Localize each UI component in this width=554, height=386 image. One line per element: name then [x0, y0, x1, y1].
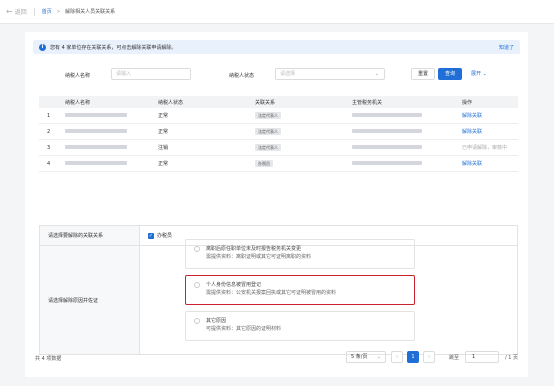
status-filter-select[interactable]: 请选择 ⌄: [275, 68, 385, 80]
reason-option[interactable]: 离职后原任职单位未及时报告税务机关变更 需提供资料：离职证明或其它可证明离职的资…: [185, 239, 415, 269]
relation-tag: 法定代表人: [255, 112, 281, 119]
divider: [33, 7, 35, 16]
radio-icon[interactable]: [194, 246, 200, 252]
reason-option-sub: 需提供资料：公安机关报案回执或其它可证明被冒用的资料: [206, 290, 337, 296]
relation-cell: 办税员: [255, 160, 352, 167]
next-page-button[interactable]: ›: [423, 351, 435, 363]
breadcrumb-current: 解除相关人员关联关系: [65, 9, 116, 15]
total-count: 共 4 项数据: [35, 356, 62, 362]
unlink-button[interactable]: 解除关联: [462, 160, 518, 167]
table-header: 纳税人名称 纳税人状态 关联关系 主管税务机关 操作: [39, 96, 518, 108]
row-index: 2: [47, 128, 51, 135]
jump-page-input[interactable]: 1: [465, 351, 499, 363]
expand-label: 展开: [471, 71, 482, 77]
reset-button[interactable]: 重置: [411, 68, 435, 80]
page-size-value: 5 条/页: [351, 354, 368, 360]
info-icon: i: [39, 43, 46, 51]
main-card: i 您有 4 家单位存在关联关系，可点击解除关联申请解除。 知道了 纳税人名称 …: [25, 32, 528, 377]
status-filter-label: 纳税人状态: [229, 73, 255, 79]
relation-tag: 法定代表人: [255, 144, 281, 151]
relation-label: 请选择要解除的关联关系: [40, 226, 140, 245]
reason-option-title: 离职后原任职单位未及时报告税务机关变更: [206, 246, 302, 252]
relation-checkbox-label[interactable]: 办税员: [157, 232, 172, 239]
reason-label: 请选择解除原因并佐证: [40, 246, 140, 354]
col-authority-header: 主管税务机关: [352, 99, 383, 106]
row-index: 1: [47, 112, 51, 119]
reason-option-highlighted[interactable]: 个人身份信息被冒用登记 需提供资料：公安机关报案回执或其它可证明被冒用的资料: [185, 275, 415, 305]
notice-dismiss-button[interactable]: 知道了: [499, 44, 514, 51]
relation-tag: 办税员: [255, 160, 273, 167]
pagination-bar: 共 4 项数据 5 条/页 ⌄ ‹ 1 › 跳至 1 / 1 页: [25, 349, 528, 369]
authority-redacted: [352, 144, 462, 151]
row-index: 4: [47, 160, 51, 167]
table-row: 3 注销 法定代表人 已申请解除，审核中: [39, 140, 518, 156]
expand-toggle[interactable]: 展开 ⌄: [471, 70, 487, 77]
table-row: 4 正常 办税员 解除关联: [39, 156, 518, 172]
top-bar: ← 返回 首页 > 解除相关人员关联关系: [0, 0, 554, 24]
prev-page-button[interactable]: ‹: [391, 351, 403, 363]
taxpayer-name-redacted: [61, 144, 158, 151]
notice-banner: i 您有 4 家单位存在关联关系，可点击解除关联申请解除。 知道了: [33, 40, 520, 54]
taxpayer-name-redacted: [61, 160, 158, 167]
row-status: 注销: [158, 145, 169, 151]
breadcrumb: 首页 > 解除相关人员关联关系: [42, 8, 115, 15]
filter-bar: 纳税人名称 请输入 纳税人状态 请选择 ⌄ 重置 查询 展开 ⌄: [25, 68, 528, 84]
col-name-header: 纳税人名称: [65, 99, 91, 106]
chevron-down-icon: ⌄: [482, 71, 487, 77]
pending-status: 已申请解除，审核中: [462, 145, 508, 151]
row-index: 3: [47, 144, 51, 151]
chevron-down-icon: ⌄: [376, 354, 381, 360]
back-label: 返回: [14, 9, 27, 16]
relation-tag: 法定代表人: [255, 128, 281, 135]
taxpayer-table: 纳税人名称 纳税人状态 关联关系 主管税务机关 操作 1 正常 法定代表人 解除…: [39, 96, 518, 172]
arrow-left-icon: ←: [6, 7, 13, 16]
table-row: 2 正常 法定代表人 解除关联: [39, 124, 518, 140]
name-filter-label: 纳税人名称: [65, 73, 91, 79]
radio-icon[interactable]: [194, 282, 200, 288]
jump-label: 跳至: [449, 355, 460, 361]
col-relation-header: 关联关系: [255, 99, 276, 106]
reason-option-sub: 需提供资料：离职证明或其它可证明离职的资料: [206, 254, 312, 260]
reason-option[interactable]: 其它原因 可提供资料：其它原因的证明材料: [185, 311, 415, 341]
breadcrumb-home-link[interactable]: 首页: [42, 9, 52, 15]
notice-text: 您有 4 家单位存在关联关系，可点击解除关联申请解除。: [50, 44, 177, 51]
back-button[interactable]: ← 返回: [6, 7, 27, 16]
col-action-header: 操作: [462, 99, 473, 106]
chevron-down-icon: ⌄: [374, 71, 379, 77]
authority-redacted: [352, 160, 462, 167]
relation-cell: 法定代表人: [255, 112, 352, 119]
page-total: / 1 页: [505, 355, 519, 361]
row-status: 正常: [158, 161, 169, 167]
row-status: 正常: [158, 129, 169, 135]
radio-icon[interactable]: [194, 318, 200, 324]
col-status-header: 纳税人状态: [158, 99, 184, 106]
reason-option-sub: 可提供资料：其它原因的证明材料: [206, 326, 282, 332]
reason-option-title: 其它原因: [206, 318, 227, 324]
unlink-button[interactable]: 解除关联: [462, 128, 518, 135]
reason-options: 离职后原任职单位未及时报告税务机关变更 需提供资料：离职证明或其它可证明离职的资…: [185, 239, 415, 347]
page-size-select[interactable]: 5 条/页 ⌄: [346, 351, 386, 363]
relation-cell: 法定代表人: [255, 128, 352, 135]
breadcrumb-separator: >: [56, 9, 61, 15]
authority-redacted: [352, 128, 462, 135]
status-filter-placeholder: 请选择: [280, 71, 296, 77]
unlink-button[interactable]: 解除关联: [462, 112, 518, 119]
relation-cell: 法定代表人: [255, 144, 352, 151]
current-page-button[interactable]: 1: [407, 351, 419, 363]
taxpayer-name-redacted: [61, 112, 158, 119]
name-filter-input[interactable]: 请输入: [111, 68, 191, 80]
authority-redacted: [352, 112, 462, 119]
table-row: 1 正常 法定代表人 解除关联: [39, 108, 518, 124]
taxpayer-name-redacted: [61, 128, 158, 135]
checkbox-checked-icon[interactable]: ✓: [148, 232, 154, 239]
row-status: 正常: [158, 113, 169, 119]
name-filter-placeholder: 请输入: [116, 71, 132, 77]
query-button[interactable]: 查询: [438, 68, 462, 80]
reason-option-title: 个人身份信息被冒用登记: [206, 282, 262, 288]
